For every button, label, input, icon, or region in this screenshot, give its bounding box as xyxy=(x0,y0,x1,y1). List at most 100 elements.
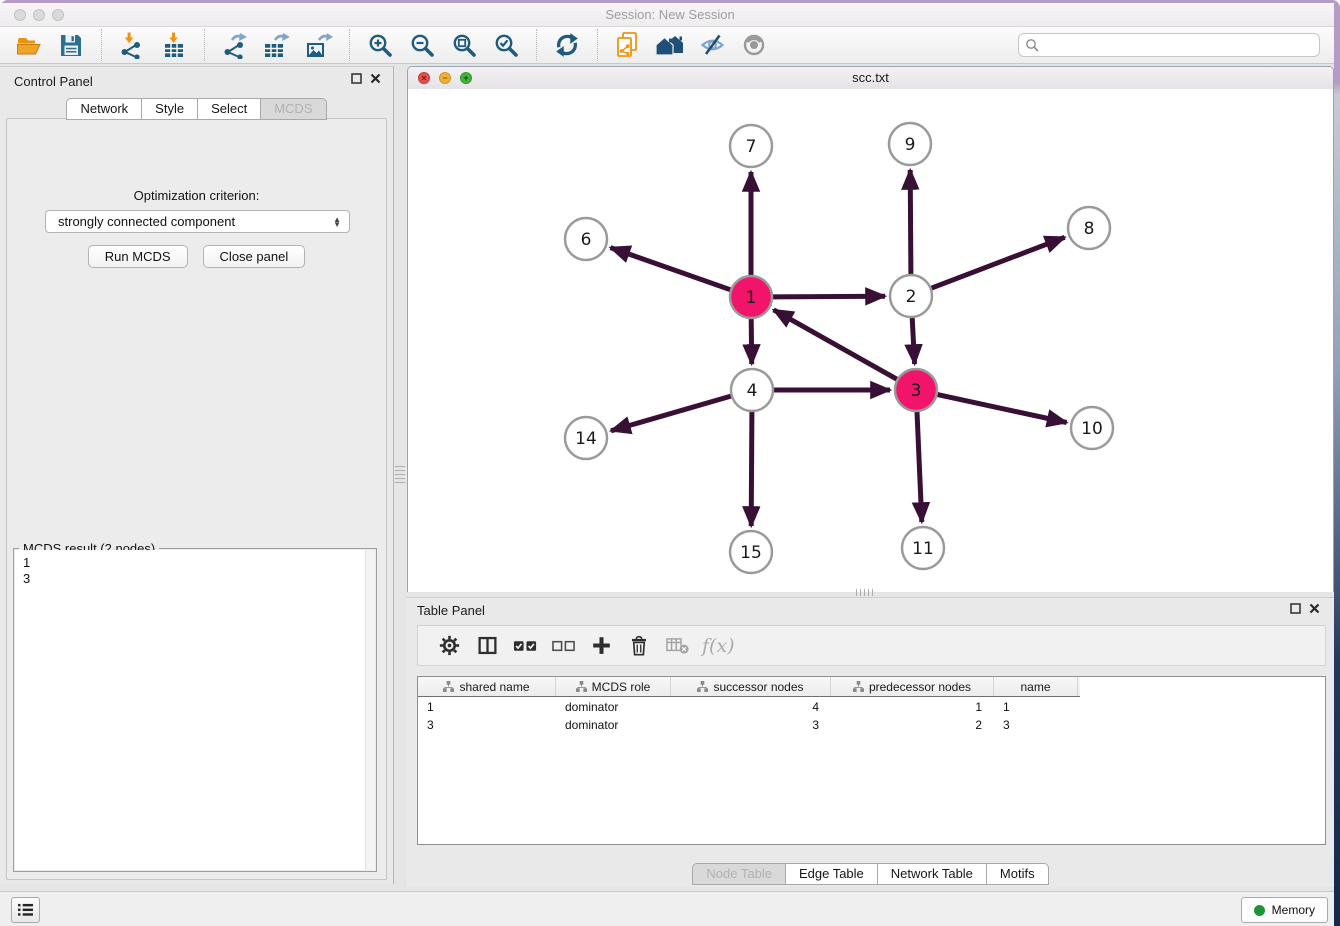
control-tab-select[interactable]: Select xyxy=(197,98,261,120)
graph-node-2[interactable]: 2 xyxy=(890,275,932,317)
table-cell[interactable]: dominator xyxy=(556,718,671,732)
show-graphics-details-icon[interactable] xyxy=(739,30,769,60)
network-canvas[interactable]: 7 9 6 8 1 2 4 3 14 10 15 11 xyxy=(408,89,1333,592)
table-cell[interactable]: 1 xyxy=(831,700,994,714)
table-cell[interactable]: 1 xyxy=(994,700,1078,714)
graph-edge-4-15[interactable] xyxy=(751,412,752,526)
graph-node-15[interactable]: 15 xyxy=(730,531,772,573)
memory-button[interactable]: Memory xyxy=(1241,897,1328,923)
clone-network-icon[interactable] xyxy=(613,30,643,60)
close-network-window-button[interactable]: × xyxy=(418,72,430,84)
task-history-button[interactable] xyxy=(11,897,40,923)
minimize-network-window-button[interactable]: − xyxy=(439,72,451,84)
search-input[interactable] xyxy=(1039,37,1313,53)
close-panel-icon[interactable] xyxy=(370,73,381,84)
memory-status-dot-icon xyxy=(1254,905,1265,916)
import-network-icon[interactable] xyxy=(117,30,147,60)
graph-node-10[interactable]: 10 xyxy=(1071,407,1113,449)
home-view-icon[interactable] xyxy=(655,30,685,60)
graph-node-11[interactable]: 11 xyxy=(902,527,944,569)
graph-edge-1-2[interactable] xyxy=(773,296,885,297)
run-mcds-button[interactable]: Run MCDS xyxy=(88,245,188,268)
table-tab-edge-table[interactable]: Edge Table xyxy=(785,863,878,885)
table-tab-node-table[interactable]: Node Table xyxy=(692,863,786,885)
mcds-result-item[interactable]: 1 xyxy=(23,555,367,571)
graph-node-3[interactable]: 3 xyxy=(895,369,937,411)
graph-edge-3-10[interactable] xyxy=(938,395,1067,423)
table-cell[interactable]: 1 xyxy=(418,700,556,714)
import-table-icon[interactable] xyxy=(159,30,189,60)
svg-text:8: 8 xyxy=(1084,219,1095,239)
hide-graphics-details-icon[interactable] xyxy=(697,30,727,60)
svg-text:7: 7 xyxy=(746,137,757,157)
graph-node-6[interactable]: 6 xyxy=(565,218,607,260)
open-folder-icon[interactable] xyxy=(14,30,44,60)
graph-node-9[interactable]: 9 xyxy=(889,123,931,165)
svg-text:1: 1 xyxy=(746,288,757,308)
graph-edge-4-14[interactable] xyxy=(611,396,731,431)
table-row[interactable]: 1dominator411 xyxy=(418,699,1325,715)
mcds-result-item[interactable]: 3 xyxy=(23,571,367,587)
graph-node-8[interactable]: 8 xyxy=(1068,207,1110,249)
vertical-splitter-grip[interactable] xyxy=(395,466,405,484)
table-cell[interactable]: dominator xyxy=(556,700,671,714)
delete-table-icon[interactable] xyxy=(658,637,696,655)
apply-layout-icon[interactable] xyxy=(552,30,582,60)
graph-node-4[interactable]: 4 xyxy=(731,369,773,411)
column-header-shared-name[interactable]: shared name xyxy=(418,677,556,696)
table-cell[interactable]: 3 xyxy=(994,718,1078,732)
graph-node-1[interactable]: 1 xyxy=(730,276,772,318)
export-network-icon[interactable] xyxy=(220,30,250,60)
table-cell[interactable]: 3 xyxy=(418,718,556,732)
search-box[interactable] xyxy=(1018,33,1320,57)
graph-node-7[interactable]: 7 xyxy=(730,125,772,167)
horizontal-splitter-grip[interactable] xyxy=(856,589,874,596)
control-tab-style[interactable]: Style xyxy=(141,98,198,120)
graph-node-14[interactable]: 14 xyxy=(565,417,607,459)
svg-text:6: 6 xyxy=(581,230,592,250)
table-settings-gear-icon[interactable] xyxy=(430,635,468,656)
function-builder-icon[interactable]: f(x) xyxy=(702,635,735,657)
table-cell[interactable]: 3 xyxy=(671,718,831,732)
graph-edge-2-8[interactable] xyxy=(932,237,1065,288)
float-table-panel-icon[interactable] xyxy=(1290,603,1301,614)
table-tab-network-table[interactable]: Network Table xyxy=(877,863,987,885)
zoom-in-icon[interactable] xyxy=(365,30,395,60)
select-all-rows-icon[interactable] xyxy=(506,638,544,654)
sort-tree-icon xyxy=(576,681,587,692)
show-column-icon[interactable] xyxy=(468,635,506,656)
criterion-dropdown[interactable]: strongly connected component ▲▼ xyxy=(45,210,350,233)
column-header-predecessor-nodes[interactable]: predecessor nodes xyxy=(831,677,994,696)
graph-edge-2-9[interactable] xyxy=(910,170,911,274)
table-tab-motifs[interactable]: Motifs xyxy=(986,863,1049,885)
column-header-MCDS-role[interactable]: MCDS role xyxy=(556,677,671,696)
graph-edge-1-6[interactable] xyxy=(611,248,731,290)
table-cell[interactable]: 4 xyxy=(671,700,831,714)
close-panel-button[interactable]: Close panel xyxy=(203,245,306,268)
create-column-plus-icon[interactable] xyxy=(582,635,620,656)
close-table-panel-icon[interactable] xyxy=(1309,603,1320,614)
table-row[interactable]: 3dominator323 xyxy=(418,717,1325,733)
control-tab-mcds[interactable]: MCDS xyxy=(260,98,326,120)
graph-edge-1-4[interactable] xyxy=(751,319,752,364)
graph-edge-3-11[interactable] xyxy=(917,412,922,522)
mcds-result-list[interactable]: 13 xyxy=(15,550,375,870)
graph-edge-2-3[interactable] xyxy=(912,318,914,364)
control-tab-network[interactable]: Network xyxy=(66,98,142,120)
result-scrollbar[interactable] xyxy=(365,550,375,870)
export-table-icon[interactable] xyxy=(262,30,292,60)
zoom-out-icon[interactable] xyxy=(407,30,437,60)
table-cell[interactable]: 2 xyxy=(831,718,994,732)
deselect-all-rows-icon[interactable] xyxy=(544,639,582,653)
zoom-selected-icon[interactable] xyxy=(491,30,521,60)
column-header-name[interactable]: name xyxy=(994,677,1078,696)
float-panel-icon[interactable] xyxy=(351,73,362,84)
delete-column-trash-icon[interactable] xyxy=(620,635,658,656)
save-session-icon[interactable] xyxy=(56,30,86,60)
zoom-fit-icon[interactable] xyxy=(449,30,479,60)
column-header-successor-nodes[interactable]: successor nodes xyxy=(671,677,831,696)
export-image-icon[interactable] xyxy=(304,30,334,60)
zoom-network-window-button[interactable]: + xyxy=(460,72,472,84)
graph-edge-3-1[interactable] xyxy=(774,310,897,379)
toolbar-separator xyxy=(597,29,598,61)
